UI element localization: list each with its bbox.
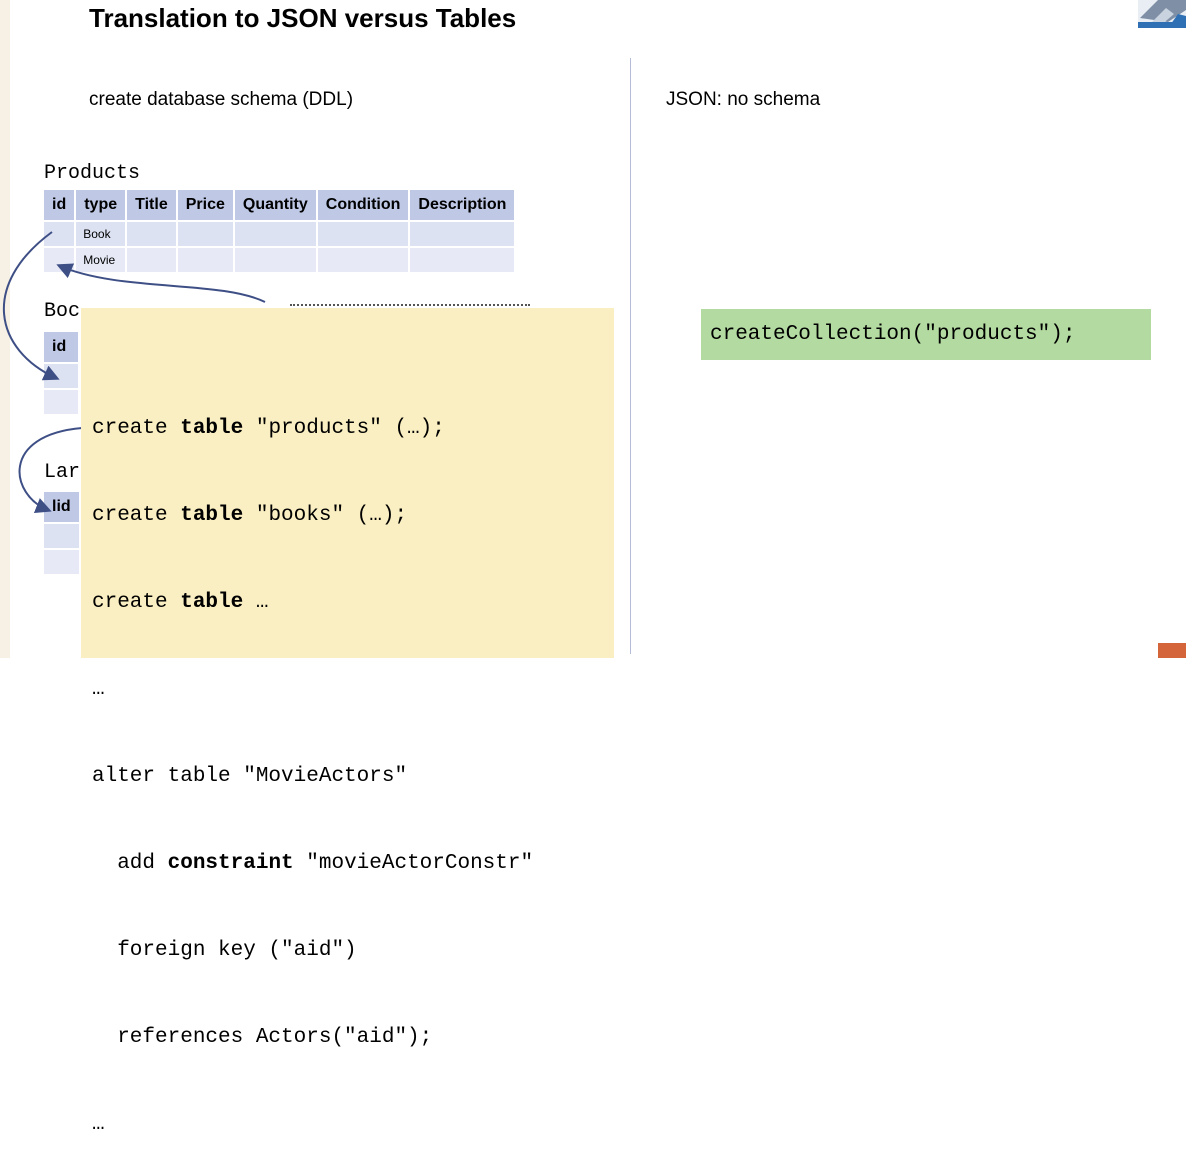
code-text: "books" (…);	[243, 504, 408, 527]
code-text: create	[92, 504, 181, 527]
code-line: create table …	[92, 588, 614, 617]
code-line: …	[92, 1110, 614, 1139]
json-code-box: createCollection("products");	[701, 309, 1151, 360]
code-text: alter table "MovieActors"	[92, 765, 408, 788]
code-line: foreign key ("aid")	[92, 936, 614, 965]
code-line: references Actors("aid");	[92, 1023, 614, 1052]
code-line: create table "books" (…);	[92, 501, 614, 530]
code-text: "products" (…);	[243, 417, 445, 440]
code-line: alter table "MovieActors"	[92, 762, 614, 791]
movie-to-product-arrow	[56, 263, 266, 303]
right-heading: JSON: no schema	[666, 89, 821, 110]
code-line: create table "products" (…);	[92, 414, 614, 443]
code-text: create	[92, 591, 181, 614]
code-keyword: table	[180, 417, 244, 440]
code-text: references Actors("aid");	[92, 1026, 433, 1049]
code-line: …	[92, 675, 614, 704]
code-text: add	[92, 852, 168, 875]
slide-corner-mark	[1158, 643, 1186, 658]
ddl-code-box: create table "products" (…); create tabl…	[81, 308, 614, 1136]
code-text: foreign key ("aid")	[92, 939, 357, 962]
language-link-arrow	[18, 427, 83, 514]
code-keyword: constraint	[167, 852, 294, 875]
code-text: "movieActorConstr"	[293, 852, 534, 875]
code-text: …	[92, 1113, 105, 1136]
code-text: …	[243, 591, 269, 614]
product-to-book-arrow	[2, 231, 60, 381]
code-keyword: table	[180, 591, 244, 614]
code-text: …	[92, 678, 105, 701]
code-text: create	[92, 417, 181, 440]
presenter-thumbnail-icon	[1138, 0, 1186, 28]
code-keyword: table	[180, 504, 244, 527]
code-line: add constraint "movieActorConstr"	[92, 849, 614, 878]
